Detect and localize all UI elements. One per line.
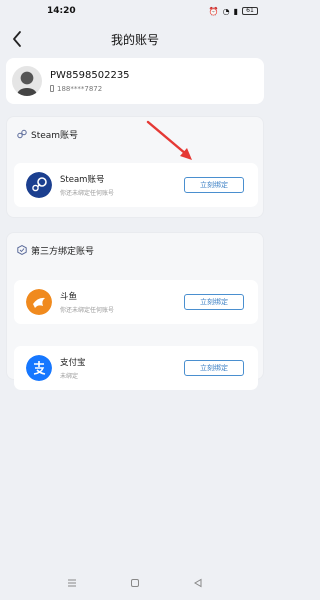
link-icon xyxy=(17,129,27,139)
username: PW8598502235 xyxy=(50,69,130,81)
battery-indicator: 61 xyxy=(242,7,258,15)
steam-row-status: 你还未绑定任何账号 xyxy=(60,190,115,197)
alipay-row-text: 支付宝 未绑定 xyxy=(60,356,184,380)
douyu-row-title: 斗鱼 xyxy=(60,292,78,302)
douyu-bind-button[interactable]: 立刻绑定 xyxy=(184,294,244,310)
steam-bind-button[interactable]: 立刻绑定 xyxy=(184,177,244,193)
page-title: 我的账号 xyxy=(110,32,159,47)
third-party-section-title: 第三方绑定账号 xyxy=(31,246,95,257)
steam-logo-icon xyxy=(26,172,52,198)
alipay-row-title: 支付宝 xyxy=(60,358,86,368)
douyu-account-row: 斗鱼 你还未绑定任何账号 立刻绑定 xyxy=(14,280,258,324)
douyu-row-status: 你还未绑定任何账号 xyxy=(60,307,115,314)
home-icon[interactable] xyxy=(129,577,141,589)
menu-icon[interactable] xyxy=(66,577,78,589)
third-party-section-header: 第三方绑定账号 xyxy=(7,233,263,257)
alipay-bind-button[interactable]: 立刻绑定 xyxy=(184,360,244,376)
alipay-account-row: 支付宝 未绑定 立刻绑定 xyxy=(14,346,258,390)
steam-account-row: Steam账号 你还未绑定任何账号 立刻绑定 xyxy=(14,163,258,207)
nav-bar: 我的账号 xyxy=(0,22,270,56)
alipay-row-status: 未绑定 xyxy=(60,373,79,380)
profile-card[interactable]: PW8598502235 188****7872 xyxy=(6,58,264,104)
avatar xyxy=(12,66,42,96)
wifi-icon: ◔ xyxy=(222,6,230,16)
status-time: 14:20 xyxy=(47,6,76,16)
phone-icon xyxy=(50,85,54,92)
steam-section-title: Steam账号 xyxy=(31,130,79,141)
back-arrow-icon[interactable] xyxy=(8,29,28,49)
steam-row-text: Steam账号 你还未绑定任何账号 xyxy=(60,173,184,197)
alipay-logo-icon xyxy=(26,355,52,381)
back-icon[interactable] xyxy=(192,577,204,589)
steam-section-header: Steam账号 xyxy=(7,117,263,141)
status-bar: 14:20 ⏰ ◔ ▮ 61 xyxy=(0,0,270,22)
annotation-arrow-icon xyxy=(146,120,192,160)
system-nav-bar xyxy=(0,566,270,600)
phone-row: 188****7872 xyxy=(50,85,130,93)
steam-row-title: Steam账号 xyxy=(60,175,105,185)
status-icons: ⏰ ◔ ▮ 61 xyxy=(209,7,258,16)
signal-icon: ▮ xyxy=(233,6,238,16)
phone-number: 188****7872 xyxy=(57,84,103,93)
profile-info: PW8598502235 188****7872 xyxy=(50,70,130,93)
douyu-logo-icon xyxy=(26,289,52,315)
douyu-row-text: 斗鱼 你还未绑定任何账号 xyxy=(60,290,184,314)
alarm-icon: ⏰ xyxy=(208,6,219,16)
shield-icon xyxy=(17,245,27,255)
